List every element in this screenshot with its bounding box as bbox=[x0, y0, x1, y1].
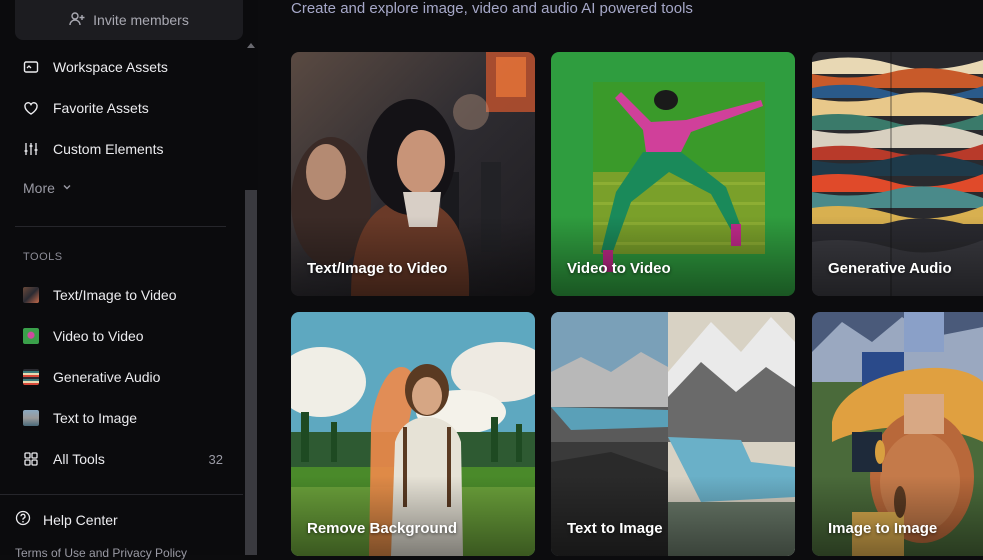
card-shade bbox=[291, 476, 535, 556]
card-generative-audio[interactable]: Generative Audio bbox=[812, 52, 983, 296]
more-button[interactable]: More bbox=[23, 180, 73, 196]
text-to-image-thumbnail bbox=[23, 410, 39, 426]
help-center-label: Help Center bbox=[43, 511, 118, 528]
nav-label: Workspace Assets bbox=[53, 59, 168, 75]
card-label: Remove Background bbox=[307, 520, 458, 537]
tools-count: 32 bbox=[208, 451, 223, 467]
card-video-to-video[interactable]: Video to Video bbox=[551, 52, 795, 296]
text-image-to-video-thumbnail bbox=[23, 287, 39, 303]
sidebar: Invite members Workspace Assets Favorite… bbox=[0, 0, 258, 560]
tool-label: Generative Audio bbox=[53, 369, 161, 385]
tool-label: Text to Image bbox=[53, 410, 138, 426]
tool-label: All Tools bbox=[53, 451, 105, 467]
sidebar-scrollbar[interactable] bbox=[244, 40, 258, 555]
nav-custom-elements[interactable]: Custom Elements bbox=[23, 137, 223, 161]
tool-video-to-video[interactable]: Video to Video bbox=[23, 324, 223, 348]
card-text-image-to-video[interactable]: Text/Image to Video bbox=[291, 52, 535, 296]
tool-generative-audio[interactable]: Generative Audio bbox=[23, 365, 223, 389]
card-label: Text/Image to Video bbox=[307, 260, 448, 277]
tool-label: Video to Video bbox=[53, 328, 144, 344]
help-icon bbox=[15, 510, 31, 529]
heart-icon bbox=[23, 100, 39, 116]
nav-label: Favorite Assets bbox=[53, 100, 149, 116]
card-label: Image to Image bbox=[828, 520, 938, 537]
sidebar-bottom-divider bbox=[0, 494, 243, 495]
card-shade bbox=[812, 216, 983, 296]
tool-all-tools[interactable]: All Tools 32 bbox=[23, 447, 223, 471]
chevron-down-icon bbox=[61, 180, 73, 196]
tool-label: Text/Image to Video bbox=[53, 287, 177, 303]
help-center-link[interactable]: Help Center bbox=[15, 510, 118, 529]
card-shade bbox=[551, 476, 795, 556]
card-shade bbox=[812, 476, 983, 556]
card-shade bbox=[291, 216, 535, 296]
nav-label: Custom Elements bbox=[53, 141, 164, 157]
card-label: Text to Image bbox=[567, 520, 663, 537]
video-to-video-thumbnail bbox=[23, 328, 39, 344]
card-label: Generative Audio bbox=[828, 260, 952, 277]
invite-members-button[interactable]: Invite members bbox=[15, 0, 243, 40]
tool-text-to-image[interactable]: Text to Image bbox=[23, 406, 223, 430]
sidebar-divider bbox=[15, 226, 226, 227]
nav-favorite-assets[interactable]: Favorite Assets bbox=[23, 96, 223, 120]
generative-audio-thumbnail bbox=[23, 369, 39, 385]
card-image-to-image[interactable]: Image to Image bbox=[812, 312, 983, 556]
invite-members-label: Invite members bbox=[93, 12, 189, 28]
tool-text-image-to-video[interactable]: Text/Image to Video bbox=[23, 283, 223, 307]
folder-image-icon bbox=[23, 59, 39, 75]
sliders-icon bbox=[23, 141, 39, 157]
nav-workspace-assets[interactable]: Workspace Assets bbox=[23, 55, 223, 79]
card-shade bbox=[551, 216, 795, 296]
card-label: Video to Video bbox=[567, 260, 671, 277]
page-subtitle: Create and explore image, video and audi… bbox=[291, 0, 693, 17]
add-user-icon bbox=[69, 11, 85, 30]
terms-privacy-link[interactable]: Terms of Use and Privacy Policy bbox=[15, 546, 187, 560]
scrollbar-thumb[interactable] bbox=[245, 190, 257, 555]
more-label: More bbox=[23, 180, 55, 196]
card-remove-background[interactable]: Remove Background bbox=[291, 312, 535, 556]
grid-icon bbox=[23, 451, 39, 467]
card-text-to-image[interactable]: Text to Image bbox=[551, 312, 795, 556]
tools-heading: TOOLS bbox=[23, 251, 63, 263]
scroll-up-arrow-icon[interactable] bbox=[247, 43, 255, 48]
